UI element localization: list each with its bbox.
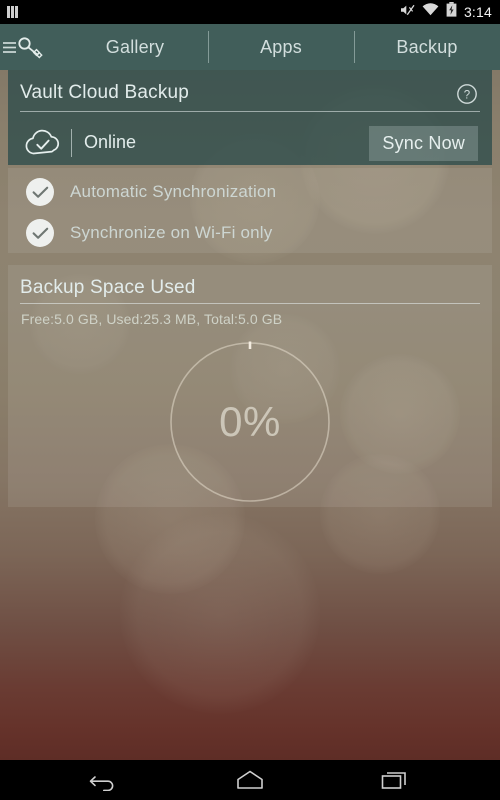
check-icon[interactable] xyxy=(26,219,54,247)
status-bar-right: 3:14 xyxy=(400,2,500,22)
help-circle-icon[interactable]: ? xyxy=(456,83,478,105)
cloud-card-divider xyxy=(20,111,480,112)
backup-percent-label: 0% xyxy=(219,398,281,445)
cloud-status-row: Online Sync Now xyxy=(8,120,492,165)
status-divider xyxy=(71,128,72,157)
tab-backup[interactable]: Backup xyxy=(354,24,500,70)
android-screen: 3:14 Gallery Apps Backup Vault Cloud Bac… xyxy=(0,0,500,800)
sync-option-label-automatic: Automatic Synchronization xyxy=(70,182,277,201)
space-card-divider xyxy=(20,303,480,304)
wifi-icon xyxy=(422,3,439,21)
app-tab-bar: Gallery Apps Backup xyxy=(0,24,500,70)
cloud-card-title: Vault Cloud Backup xyxy=(20,82,190,103)
bokeh-circle xyxy=(120,514,320,714)
status-bar-left xyxy=(0,6,18,18)
menu-key-logo-icon[interactable] xyxy=(0,24,62,70)
sync-option-label-wifi: Synchronize on Wi-Fi only xyxy=(70,223,273,242)
sync-option-row[interactable]: Synchronize on Wi-Fi only xyxy=(8,212,492,254)
sync-options-card: Automatic Synchronization Synchronize on… xyxy=(8,168,492,253)
check-icon[interactable] xyxy=(26,178,54,206)
status-bar-clock: 3:14 xyxy=(463,4,492,20)
volume-muted-icon xyxy=(400,3,415,22)
back-arrow-icon[interactable] xyxy=(82,763,126,797)
tab-list: Gallery Apps Backup xyxy=(62,24,500,70)
battery-charging-icon xyxy=(446,2,457,22)
cloud-status-text: Online xyxy=(84,132,137,152)
sync-option-row[interactable]: Automatic Synchronization xyxy=(8,171,492,213)
sync-now-button[interactable]: Sync Now xyxy=(369,126,478,161)
status-bar: 3:14 xyxy=(0,0,500,24)
system-navigation-bar xyxy=(0,760,500,800)
space-usage-summary: Free:5.0 GB, Used:25.3 MB, Total:5.0 GB xyxy=(21,311,283,327)
svg-text:?: ? xyxy=(464,89,470,101)
cloud-backup-card: Vault Cloud Backup ? Online Sync Now xyxy=(8,70,492,165)
recent-apps-icon[interactable] xyxy=(374,763,418,797)
home-icon[interactable] xyxy=(228,763,272,797)
tab-gallery[interactable]: Gallery xyxy=(62,24,208,70)
sim-card-icon xyxy=(7,6,18,18)
cloud-check-icon xyxy=(23,128,65,158)
backup-space-card: Backup Space Used Free:5.0 GB, Used:25.3… xyxy=(8,265,492,507)
backup-progress-ring: 0% xyxy=(165,337,335,507)
space-card-title: Backup Space Used xyxy=(20,277,196,298)
tab-apps[interactable]: Apps xyxy=(208,24,354,70)
